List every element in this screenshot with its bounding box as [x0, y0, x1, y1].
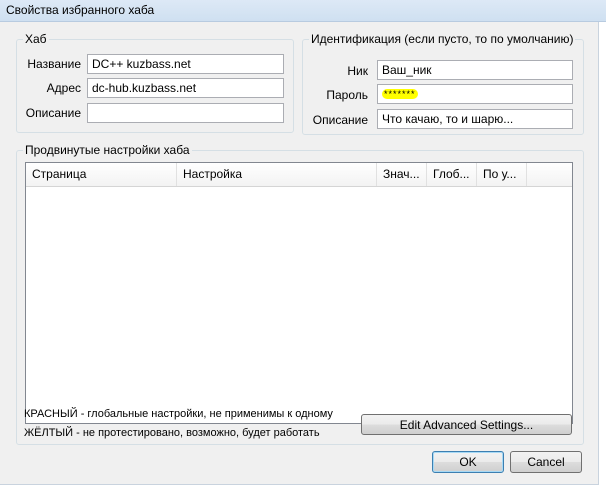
hub-description-label: Описание: [25, 106, 81, 120]
column-header-default[interactable]: По у...: [477, 163, 527, 186]
hub-name-input[interactable]: [87, 54, 284, 74]
advanced-settings-legend: Продвинутые настройки хаба: [25, 143, 190, 157]
hub-address-input[interactable]: [87, 78, 284, 98]
column-header-global[interactable]: Глоб...: [427, 163, 477, 186]
password-label: Пароль: [326, 88, 368, 102]
note-yellow-untested: ЖЁЛТЫЙ - не протестировано, возможно, бу…: [24, 427, 320, 439]
note-red-global: КРАСНЫЙ - глобальные настройки, не приме…: [24, 408, 333, 420]
title-bar[interactable]: Свойства избранного хаба: [0, 0, 606, 22]
dialog-body: Хаб Название Адрес Описание Идентификаци…: [0, 22, 599, 485]
nick-label: Ник: [347, 64, 368, 78]
window-title: Свойства избранного хаба: [6, 3, 155, 17]
ok-button[interactable]: OK: [432, 451, 504, 473]
hub-name-label: Название: [27, 57, 81, 71]
password-input[interactable]: *******: [377, 84, 573, 104]
hub-description-input[interactable]: [87, 103, 284, 123]
identification-description-input[interactable]: [377, 109, 573, 129]
nick-input[interactable]: [377, 60, 573, 80]
column-header-page[interactable]: Страница: [26, 163, 177, 186]
hub-address-label: Адрес: [46, 81, 81, 95]
edit-advanced-settings-button[interactable]: Edit Advanced Settings...: [361, 414, 572, 435]
identification-group-legend: Идентификация (если пусто, то по умолчан…: [311, 32, 574, 46]
column-header-value[interactable]: Знач...: [377, 163, 427, 186]
password-masked-value: *******: [382, 89, 418, 99]
column-header-setting[interactable]: Настройка: [177, 163, 377, 186]
hub-group-legend: Хаб: [25, 32, 47, 46]
list-header: Страница Настройка Знач... Глоб... По у.…: [26, 163, 572, 187]
cancel-button[interactable]: Cancel: [510, 451, 582, 473]
advanced-settings-list[interactable]: Страница Настройка Знач... Глоб... По у.…: [25, 162, 573, 424]
identification-description-label: Описание: [312, 113, 368, 127]
